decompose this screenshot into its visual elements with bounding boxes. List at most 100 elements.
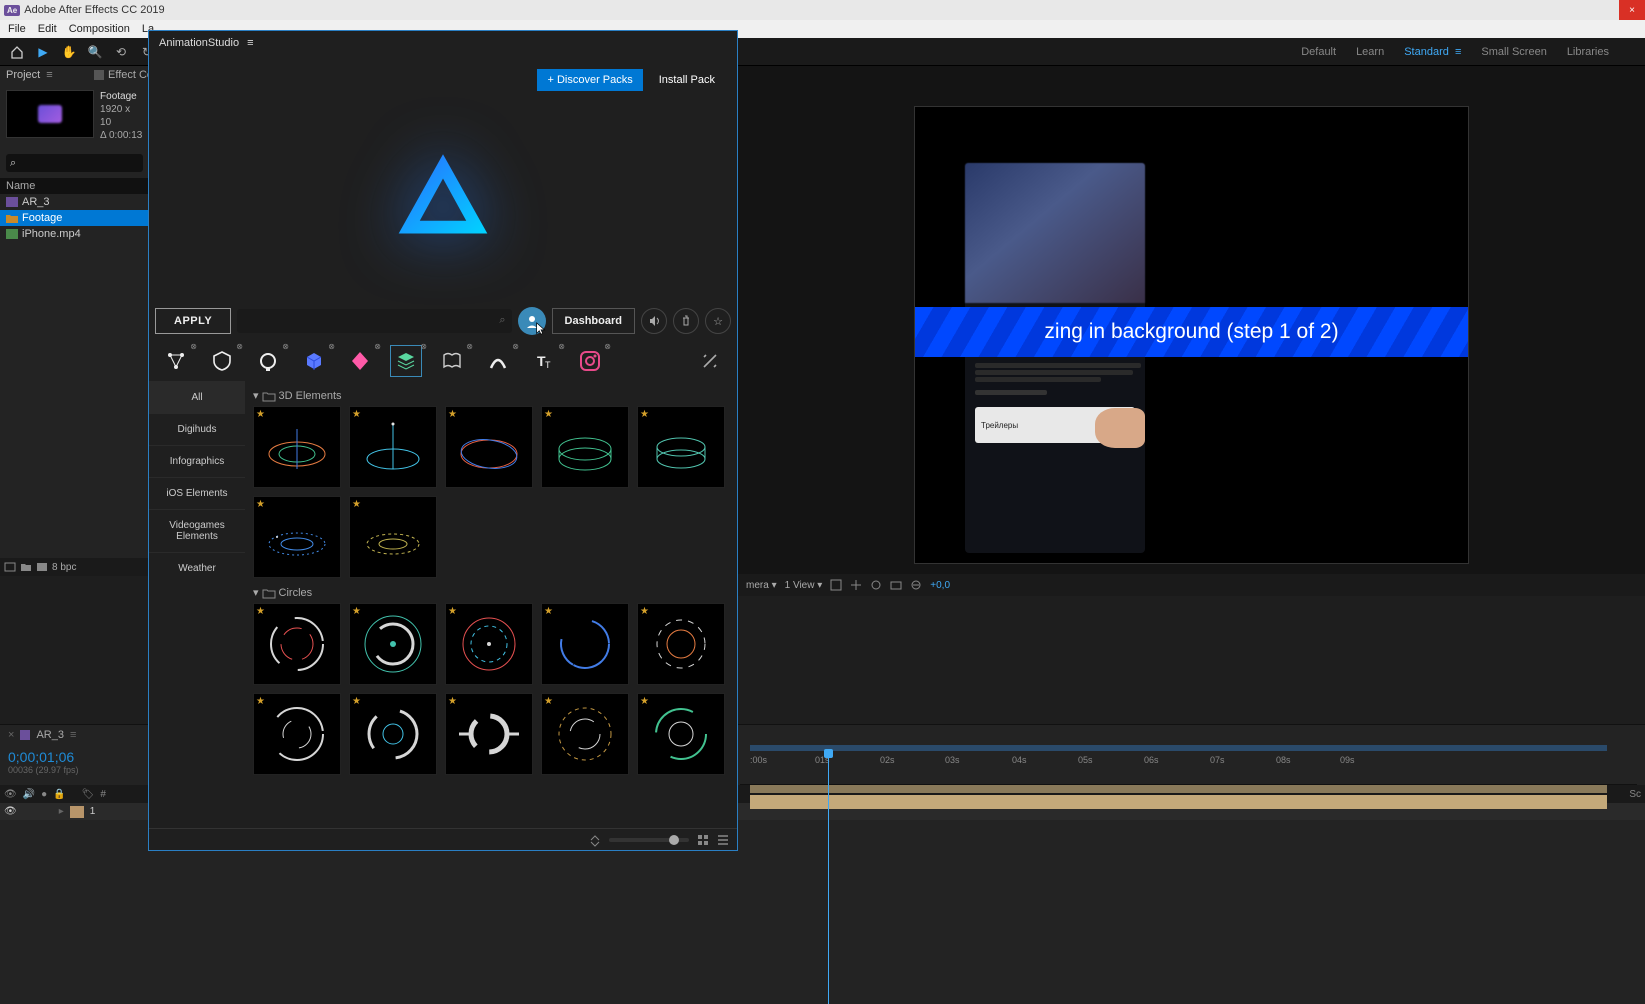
pack-diamond-icon[interactable]: ⊗ bbox=[347, 348, 373, 374]
preset-thumbnail[interactable]: ★ bbox=[445, 406, 533, 488]
plugin-search[interactable]: ⌕ bbox=[237, 309, 511, 333]
panel-menu-icon[interactable]: ≡ bbox=[46, 69, 52, 81]
folder-new-icon[interactable] bbox=[20, 561, 32, 573]
project-item-video[interactable]: iPhone.mp4 bbox=[0, 226, 149, 242]
zoom-tool-icon[interactable]: 🔍 bbox=[84, 41, 106, 63]
preset-thumbnail[interactable]: ★ bbox=[349, 406, 437, 488]
mask-icon[interactable] bbox=[870, 579, 882, 591]
section-header-circles[interactable]: ▾ Circles bbox=[253, 582, 729, 603]
fps-label: 00036 (29.97 fps) bbox=[8, 765, 142, 775]
menu-edit[interactable]: Edit bbox=[38, 23, 57, 35]
expand-icon[interactable] bbox=[589, 834, 601, 846]
preset-thumbnail[interactable]: ★ bbox=[445, 603, 533, 685]
zoom-slider[interactable] bbox=[609, 838, 689, 842]
home-icon[interactable] bbox=[6, 41, 28, 63]
pack-box3d-icon[interactable]: ⊗ bbox=[301, 348, 327, 374]
close-button[interactable]: × bbox=[1619, 0, 1645, 20]
pack-layers-icon[interactable]: ⊗ bbox=[393, 348, 419, 374]
pack-nodes-icon[interactable]: ⊗ bbox=[163, 348, 189, 374]
pack-book-icon[interactable]: ⊗ bbox=[439, 348, 465, 374]
layer-bar[interactable] bbox=[750, 795, 1607, 809]
solo-col-icon[interactable]: ● bbox=[41, 789, 47, 800]
preset-thumbnail[interactable]: ★ bbox=[445, 693, 533, 775]
comp-new-icon[interactable] bbox=[36, 561, 48, 573]
camera-dropdown[interactable]: mera ▾ bbox=[746, 580, 777, 591]
audio-col-icon[interactable]: 🔊 bbox=[23, 789, 35, 800]
menu-composition[interactable]: Composition bbox=[69, 23, 130, 35]
pack-arc-icon[interactable]: ⊗ bbox=[485, 348, 511, 374]
bpc-label[interactable]: 8 bpc bbox=[52, 562, 76, 573]
preset-thumbnail[interactable]: ★ bbox=[637, 693, 725, 775]
lock-col-icon[interactable]: 🔒 bbox=[53, 789, 65, 800]
workspace-standard[interactable]: Standard ≡ bbox=[1404, 46, 1461, 58]
timeline-tracks[interactable]: :00s 01s 02s 03s 04s 05s 06s 07s 08s 09s bbox=[740, 745, 1637, 1004]
install-pack-button[interactable]: Install Pack bbox=[651, 69, 723, 91]
project-panel: Project ≡ Footage 1920 x 10 Δ 0:00:13 ⌕ … bbox=[0, 66, 150, 576]
user-circle-button[interactable] bbox=[518, 307, 546, 335]
interpret-icon[interactable] bbox=[4, 561, 16, 573]
category-infographics[interactable]: Infographics bbox=[149, 445, 245, 477]
preset-thumbnail[interactable]: ★ bbox=[253, 496, 341, 578]
preset-thumbnail[interactable]: ★ bbox=[541, 406, 629, 488]
exposure-icon[interactable] bbox=[910, 579, 922, 591]
exposure-value[interactable]: +0,0 bbox=[930, 580, 950, 591]
time-ruler[interactable]: :00s 01s 02s 03s 04s 05s 06s 07s 08s 09s bbox=[740, 745, 1637, 785]
favorite-button[interactable]: ☆ bbox=[705, 308, 731, 334]
guides-icon[interactable] bbox=[850, 579, 862, 591]
volume-button[interactable] bbox=[641, 308, 667, 334]
plugin-menu-icon[interactable]: ≡ bbox=[247, 37, 253, 49]
discover-packs-button[interactable]: + Discover Packs bbox=[537, 69, 642, 91]
timeline-tab[interactable]: AR_3 bbox=[36, 729, 64, 741]
category-ios[interactable]: iOS Elements bbox=[149, 477, 245, 509]
dashboard-button[interactable]: Dashboard bbox=[552, 308, 635, 334]
section-header-3d[interactable]: ▾ 3D Elements bbox=[253, 385, 729, 406]
preset-thumbnail[interactable]: ★ bbox=[349, 693, 437, 775]
workspace-small-screen[interactable]: Small Screen bbox=[1481, 46, 1546, 58]
hand-tool-icon[interactable]: ✋ bbox=[58, 41, 80, 63]
eye-col-icon[interactable]: 👁 bbox=[4, 789, 17, 800]
category-all[interactable]: All bbox=[149, 381, 245, 413]
apply-button[interactable]: APPLY bbox=[155, 308, 231, 334]
effect-controls-tab[interactable]: Effect Co bbox=[90, 66, 157, 84]
preset-thumbnail[interactable]: ★ bbox=[349, 603, 437, 685]
layer-eye-icon[interactable]: 👁 bbox=[4, 806, 17, 817]
pack-ring-icon[interactable]: ⊗ bbox=[255, 348, 281, 374]
current-timecode[interactable]: 0;00;01;06 bbox=[8, 749, 142, 765]
workspace-default[interactable]: Default bbox=[1301, 46, 1336, 58]
pack-shield-icon[interactable]: ⊗ bbox=[209, 348, 235, 374]
project-tab[interactable]: Project bbox=[6, 69, 40, 81]
preset-thumbnail[interactable]: ★ bbox=[637, 603, 725, 685]
playhead[interactable] bbox=[828, 751, 829, 1004]
pack-type-icon[interactable]: TT⊗ bbox=[531, 348, 557, 374]
category-videogames[interactable]: Videogames Elements bbox=[149, 509, 245, 552]
layer-bar[interactable] bbox=[750, 785, 1607, 793]
selection-tool-icon[interactable]: ▶ bbox=[32, 41, 54, 63]
preset-thumbnail[interactable]: ★ bbox=[253, 693, 341, 775]
menu-file[interactable]: File bbox=[8, 23, 26, 35]
grid-icon[interactable] bbox=[830, 579, 842, 591]
preset-thumbnail[interactable]: ★ bbox=[541, 693, 629, 775]
category-digihuds[interactable]: Digihuds bbox=[149, 413, 245, 445]
category-weather[interactable]: Weather bbox=[149, 552, 245, 584]
viewport[interactable]: Купить за 10,99 USD Трейлеры zing in bac… bbox=[914, 106, 1469, 564]
pack-instagram-icon[interactable]: ⊗ bbox=[577, 348, 603, 374]
workspace-learn[interactable]: Learn bbox=[1356, 46, 1384, 58]
orbit-tool-icon[interactable]: ⟲ bbox=[110, 41, 132, 63]
pack-tools-icon[interactable] bbox=[697, 348, 723, 374]
preset-thumbnail[interactable]: ★ bbox=[349, 496, 437, 578]
preset-thumbnail[interactable]: ★ bbox=[253, 603, 341, 685]
view-dropdown[interactable]: 1 View ▾ bbox=[785, 580, 823, 591]
project-item-comp[interactable]: AR_3 bbox=[0, 194, 149, 210]
project-search[interactable]: ⌕ bbox=[6, 154, 143, 172]
preset-thumbnail[interactable]: ★ bbox=[541, 603, 629, 685]
chevron-down-icon: ▾ bbox=[253, 389, 259, 402]
project-item-folder[interactable]: Footage bbox=[0, 210, 149, 226]
grid-view-icon[interactable] bbox=[697, 834, 709, 846]
project-list-header[interactable]: Name bbox=[0, 178, 149, 194]
trash-button[interactable] bbox=[673, 308, 699, 334]
list-view-icon[interactable] bbox=[717, 834, 729, 846]
preset-thumbnail[interactable]: ★ bbox=[637, 406, 725, 488]
workspace-libraries[interactable]: Libraries bbox=[1567, 46, 1609, 58]
snapshot-icon[interactable] bbox=[890, 579, 902, 591]
preset-thumbnail[interactable]: ★ bbox=[253, 406, 341, 488]
